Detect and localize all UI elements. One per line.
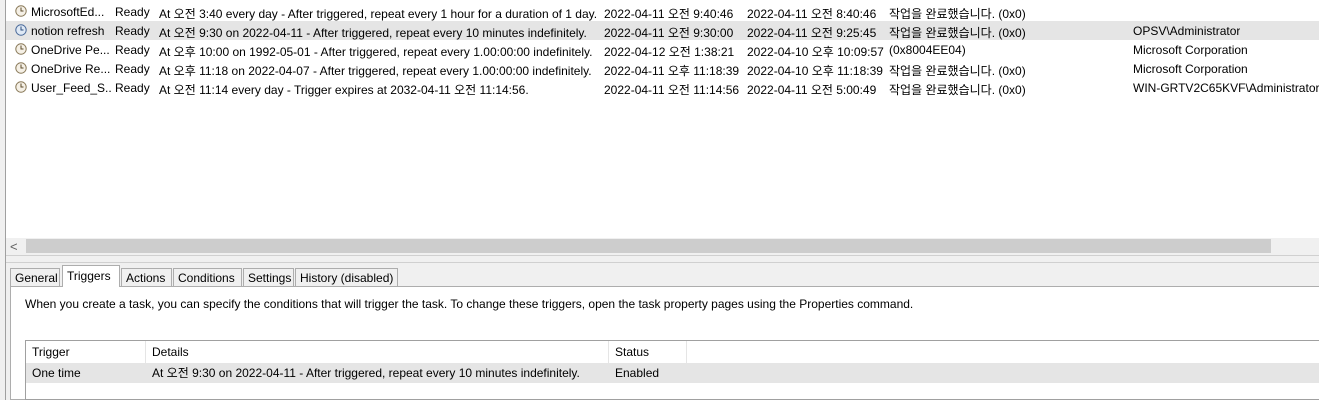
task-status: Ready <box>115 24 150 38</box>
pane-splitter[interactable] <box>6 255 1319 263</box>
scheduled-task-clock-icon <box>15 5 27 17</box>
task-row-onedrive-reporting[interactable]: OneDrive Re... Ready At 오후 11:18 on 2022… <box>6 59 1319 78</box>
scheduled-task-clock-icon <box>15 24 27 36</box>
column-header-details[interactable]: Details <box>146 341 609 363</box>
scheduled-task-clock-icon <box>15 62 27 74</box>
task-last-run: 2022-04-11 오전 9:25:45 <box>747 26 877 40</box>
task-last-result: 작업을 완료했습니다. (0x0) <box>889 83 1026 97</box>
task-status: Ready <box>115 81 150 95</box>
task-triggers: At 오전 9:30 on 2022-04-11 - After trigger… <box>159 26 587 40</box>
task-next-run: 2022-04-11 오후 11:18:39 <box>604 64 740 78</box>
task-details-pane: General Triggers Actions Conditions Sett… <box>6 263 1319 400</box>
triggers-table-header: Trigger Details Status <box>26 341 1319 363</box>
task-last-run: 2022-04-11 오전 5:00:49 <box>747 83 877 97</box>
task-next-run: 2022-04-12 오전 1:38:21 <box>604 45 735 59</box>
task-row-notion-refresh[interactable]: notion refresh Ready At 오전 9:30 on 2022-… <box>6 21 1319 40</box>
task-last-result: 작업을 완료했습니다. (0x0) <box>889 64 1026 78</box>
scheduled-task-clock-icon <box>15 43 27 55</box>
task-last-run: 2022-04-10 오후 11:18:39 <box>747 64 883 78</box>
tab-general[interactable]: General <box>10 268 60 286</box>
task-row-microsoftedge[interactable]: MicrosoftEd... Ready At 오전 3:40 every da… <box>6 2 1319 21</box>
horizontal-scrollbar[interactable]: < <box>6 238 1319 255</box>
tab-triggers[interactable]: Triggers <box>62 265 120 287</box>
task-next-run: 2022-04-11 오전 9:40:46 <box>604 7 734 21</box>
triggers-description: When you create a task, you can specify … <box>25 297 914 311</box>
task-row-onedrive-per-machine[interactable]: OneDrive Pe... Ready At 오후 10:00 on 1992… <box>6 40 1319 59</box>
task-last-run: 2022-04-11 오전 8:40:46 <box>747 7 877 21</box>
task-status: Ready <box>115 62 150 76</box>
task-name: notion refresh <box>31 24 105 38</box>
task-triggers: At 오전 3:40 every day - After triggered, … <box>159 7 598 21</box>
task-triggers: At 오후 11:18 on 2022-04-07 - After trigge… <box>159 64 592 78</box>
task-triggers: At 오후 10:00 on 1992-05-01 - After trigge… <box>159 45 593 59</box>
task-author: Microsoft Corporation <box>1133 62 1248 76</box>
column-header-status[interactable]: Status <box>609 341 687 363</box>
task-next-run: 2022-04-11 오전 9:30:00 <box>604 26 734 40</box>
task-last-run: 2022-04-10 오후 10:09:57 <box>747 45 884 59</box>
scroll-left-arrow-icon[interactable]: < <box>10 239 18 254</box>
task-last-result: 작업을 완료했습니다. (0x0) <box>889 7 1026 21</box>
task-name: OneDrive Re... <box>31 62 111 76</box>
task-name: MicrosoftEd... <box>31 5 105 19</box>
tab-history[interactable]: History (disabled) <box>295 268 398 286</box>
task-author: WIN-GRTV2C65KVF\Administrator <box>1133 81 1319 95</box>
task-author: Microsoft Corporation <box>1133 43 1248 57</box>
task-list[interactable]: MicrosoftEd... Ready At 오전 3:40 every da… <box>6 0 1319 238</box>
tab-conditions[interactable]: Conditions <box>173 268 242 286</box>
task-last-result: 작업을 완료했습니다. (0x0) <box>889 26 1026 40</box>
task-status: Ready <box>115 5 150 19</box>
task-triggers: At 오전 11:14 every day - Trigger expires … <box>159 83 529 97</box>
task-last-result: (0x8004EE04) <box>889 43 966 57</box>
trigger-details: At 오전 9:30 on 2022-04-11 - After trigger… <box>152 366 580 380</box>
task-next-run: 2022-04-11 오전 11:14:56 <box>604 83 740 97</box>
table-row[interactable]: One time At 오전 9:30 on 2022-04-11 - Afte… <box>26 363 1319 383</box>
tab-settings[interactable]: Settings <box>243 268 294 286</box>
trigger-type: One time <box>32 366 81 380</box>
trigger-status: Enabled <box>615 366 660 380</box>
triggers-tab-panel: When you create a task, you can specify … <box>10 286 1319 400</box>
task-author: OPSV\Administrator <box>1133 24 1241 38</box>
tab-actions[interactable]: Actions <box>121 268 172 286</box>
column-header-trigger[interactable]: Trigger <box>26 341 146 363</box>
scrollbar-thumb[interactable] <box>26 239 1271 253</box>
task-name: User_Feed_S... <box>31 81 111 95</box>
triggers-table[interactable]: Trigger Details Status One time At 오전 9:… <box>25 340 1319 400</box>
task-status: Ready <box>115 43 150 57</box>
task-name: OneDrive Pe... <box>31 43 110 57</box>
task-row-user-feed-sync[interactable]: User_Feed_S... Ready At 오전 11:14 every d… <box>6 78 1319 97</box>
scheduled-task-clock-icon <box>15 81 27 93</box>
